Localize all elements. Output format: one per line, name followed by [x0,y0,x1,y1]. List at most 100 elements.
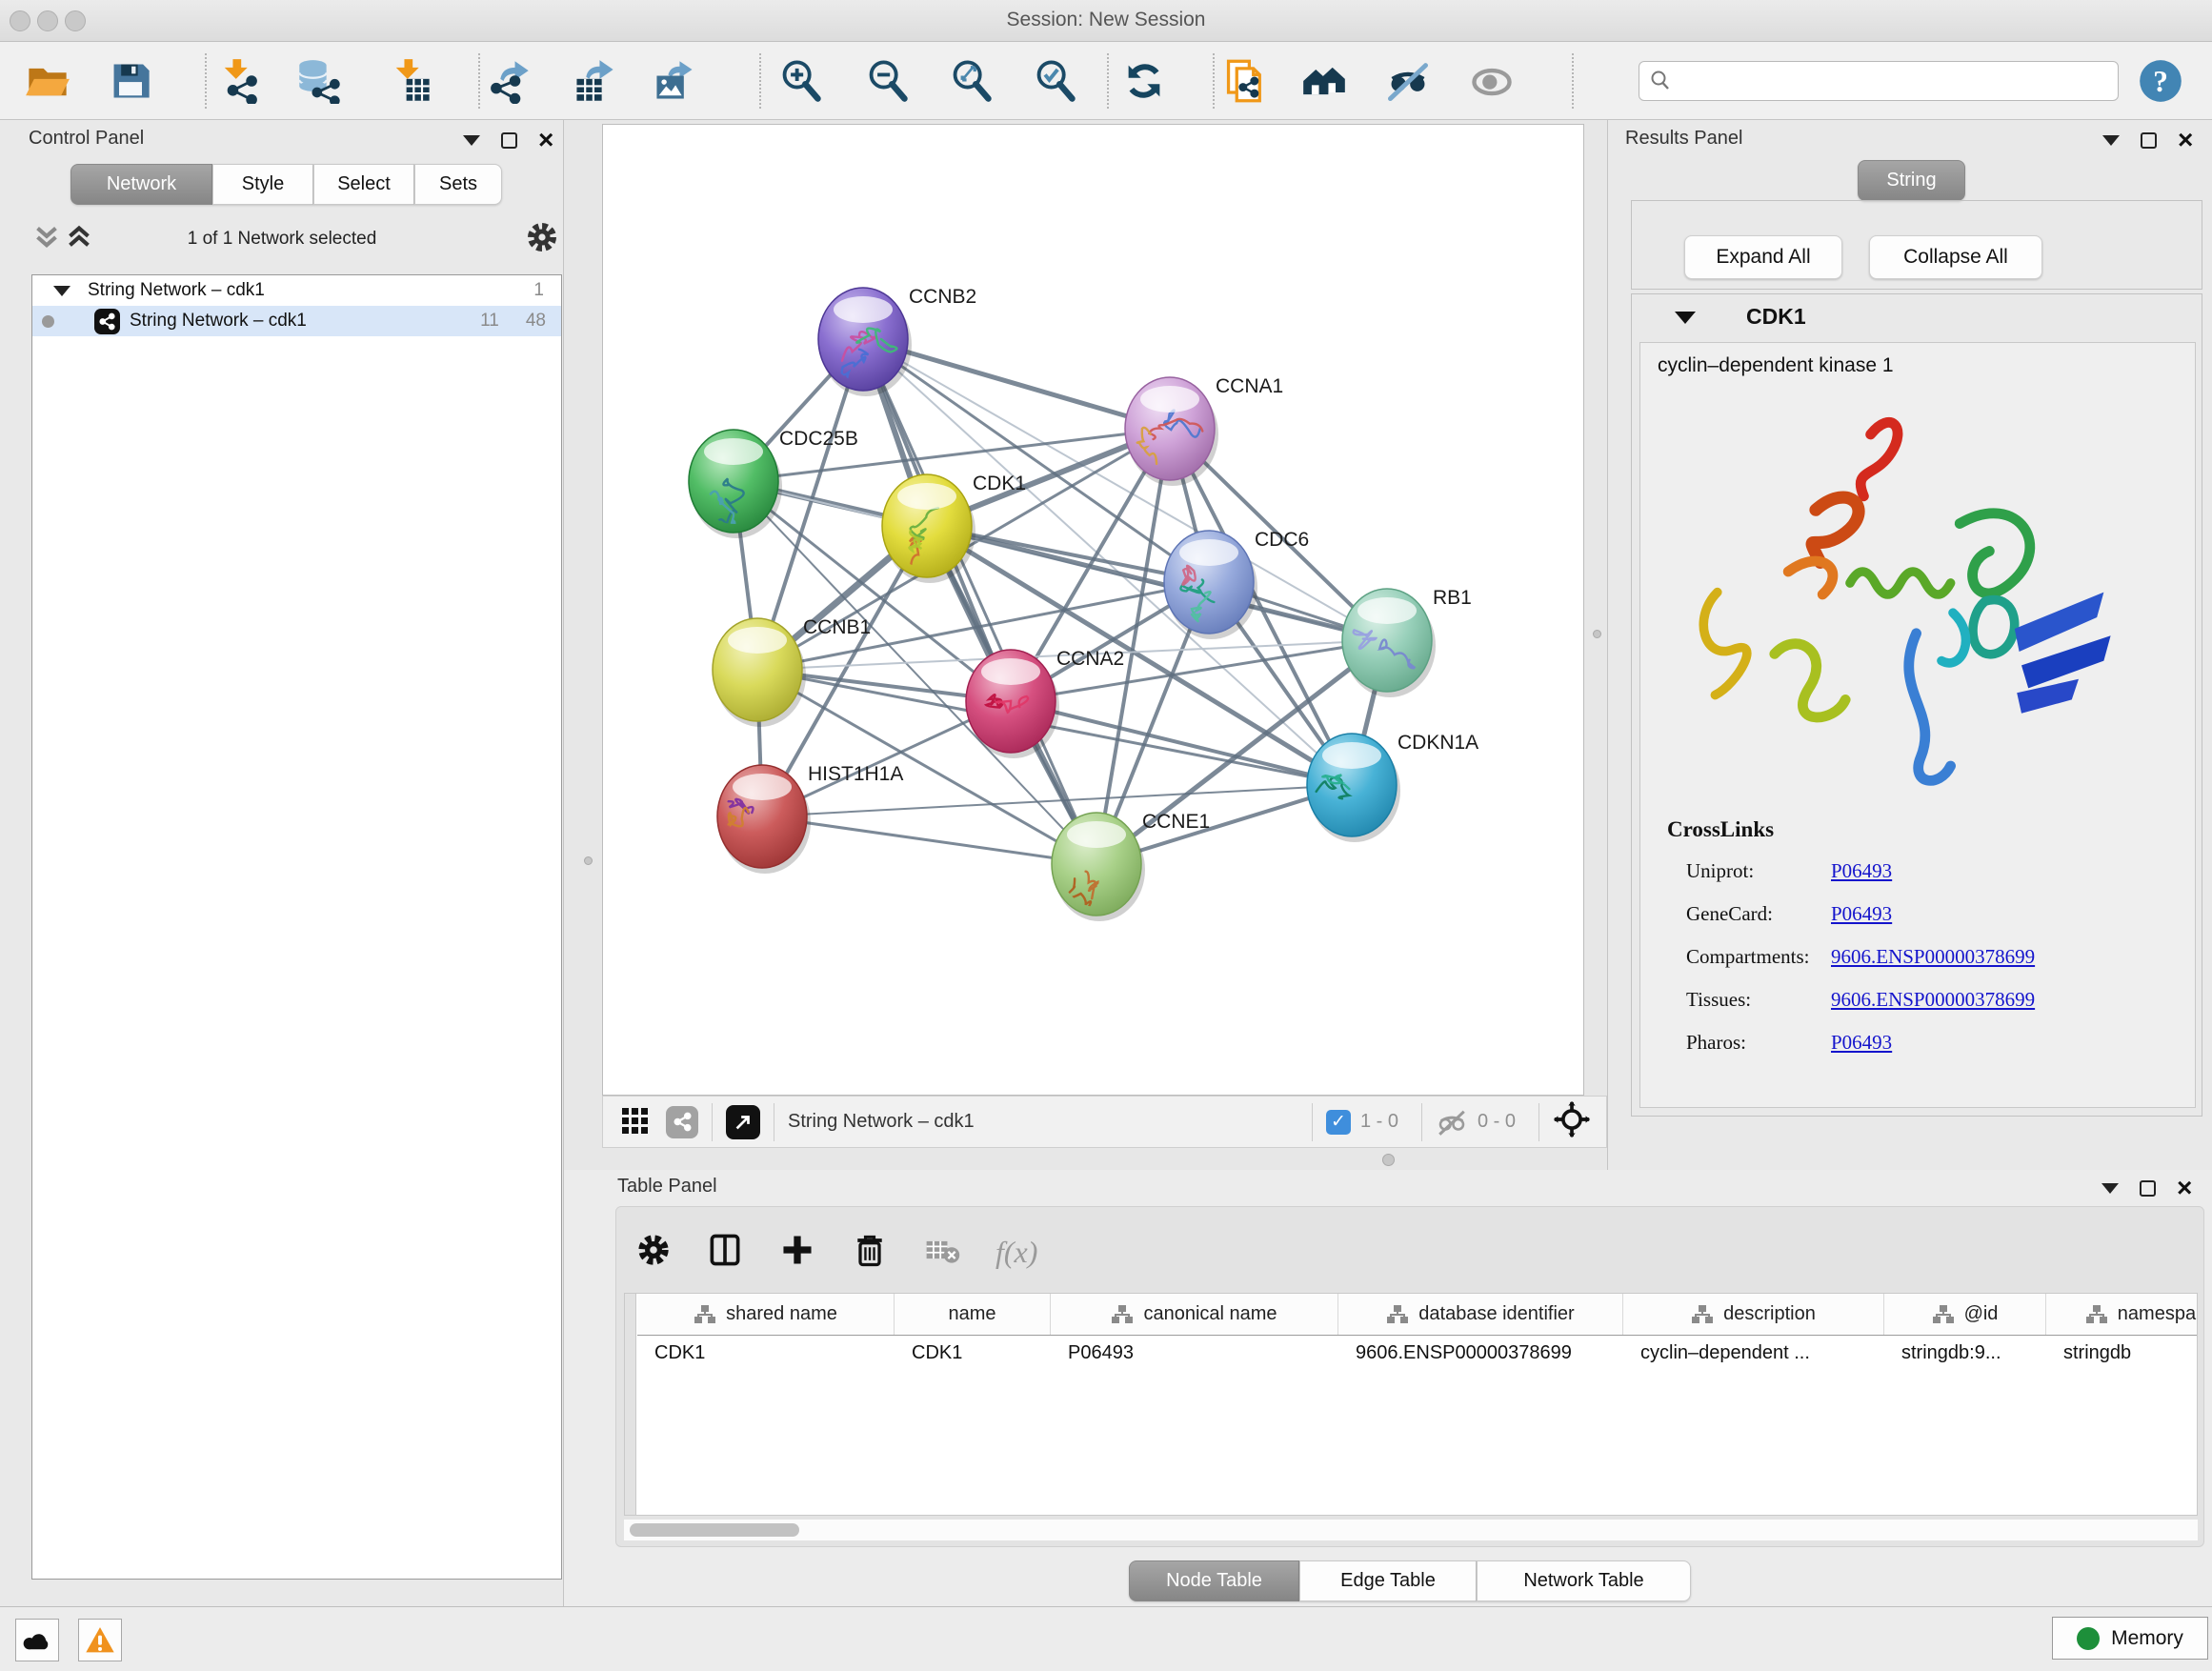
network-row[interactable]: String Network – cdk1 11 48 [32,306,561,336]
network-node-ccna1[interactable] [1125,377,1218,486]
show-columns-button[interactable] [706,1231,744,1274]
column-header-description[interactable]: description [1623,1294,1884,1335]
zoom-out-button[interactable] [865,58,911,104]
tab-node-table[interactable]: Node Table [1129,1560,1299,1601]
table-cell[interactable]: P06493 [1051,1336,1338,1372]
import-table-button[interactable] [388,58,433,104]
panel-collapse-icon[interactable] [463,135,480,146]
panel-float-icon[interactable] [2140,1180,2156,1197]
tab-sets[interactable]: Sets [414,164,502,205]
expand-all-button[interactable]: Expand All [1684,235,1842,279]
tab-style[interactable]: Style [212,164,313,205]
tab-select[interactable]: Select [313,164,414,205]
network-edge-hist1h1a-ccne1[interactable] [762,816,1096,864]
network-canvas[interactable]: CCNB2CCNA1CDC25BCDK1CDC6RB1CCNB1CCNA2CDK… [602,124,1584,1096]
network-node-rb1[interactable] [1342,589,1436,697]
panel-close-icon[interactable]: × [2177,1179,2192,1197]
network-from-selection-button[interactable] [1222,58,1268,104]
panel-float-icon[interactable] [2141,132,2157,149]
right-splitter-handle[interactable] [1593,630,1601,638]
search-input[interactable] [1672,64,2118,98]
panel-close-icon[interactable]: × [2178,131,2193,149]
table-cell[interactable]: stringdb [2046,1336,2198,1372]
network-node-ccnb1[interactable] [713,618,806,727]
show-eye-button[interactable] [1469,58,1515,104]
column-header-namespace[interactable]: namespace [2046,1294,2198,1335]
network-node-ccne1[interactable] [1052,813,1145,921]
column-header-name[interactable]: name [895,1294,1051,1335]
birdseye-button[interactable] [1553,1100,1591,1143]
table-cell[interactable]: stringdb:9... [1884,1336,2046,1372]
export-image-button[interactable] [652,58,697,104]
protein-expander-icon[interactable] [1675,312,1696,324]
warnings-button[interactable] [78,1619,122,1661]
tab-network-table[interactable]: Network Table [1477,1560,1691,1601]
network-options-gear-button[interactable] [526,221,558,258]
function-builder-button[interactable]: f(x) [995,1235,1037,1270]
network-node-cdk1[interactable] [882,474,975,583]
table-options-gear-button[interactable] [635,1232,672,1273]
table-row[interactable]: CDK1CDK1P064939606.ENSP00000378699cyclin… [637,1336,2197,1372]
tab-edge-table[interactable]: Edge Table [1299,1560,1477,1601]
save-session-button[interactable] [108,58,153,104]
export-table-button[interactable] [572,58,617,104]
table-cell[interactable]: CDK1 [637,1336,895,1372]
table-cell[interactable]: CDK1 [895,1336,1051,1372]
grid-view-button[interactable] [618,1102,653,1141]
column-header-database-identifier[interactable]: database identifier [1338,1294,1623,1335]
column-header-canonical-name[interactable]: canonical name [1051,1294,1338,1335]
zoom-selected-button[interactable] [1033,58,1078,104]
import-network-file-button[interactable] [216,58,262,104]
refresh-button[interactable] [1121,58,1167,104]
open-session-button[interactable] [25,58,70,104]
delete-table-button[interactable] [923,1231,961,1274]
network-style-share-icon[interactable] [666,1106,698,1138]
column-header--id[interactable]: @id [1884,1294,2046,1335]
panel-close-icon[interactable]: × [538,131,553,149]
memory-label: Memory [2111,1627,2183,1650]
panel-collapse-icon[interactable] [2102,135,2120,146]
network-collection-row[interactable]: String Network – cdk1 1 [32,275,561,306]
column-header-shared-name[interactable]: shared name [637,1294,895,1335]
hscrollbar-thumb[interactable] [630,1523,799,1537]
string-home-button[interactable] [1301,58,1347,104]
crosslink-link[interactable]: P06493 [1831,859,1892,883]
left-splitter-handle[interactable] [584,856,593,865]
table-cell[interactable]: cyclin–dependent ... [1623,1336,1884,1372]
zoom-fit-button[interactable] [949,58,995,104]
panel-float-icon[interactable] [501,132,517,149]
selected-checkbox-icon[interactable]: ✓ [1326,1110,1351,1135]
delete-column-button[interactable] [851,1231,889,1274]
network-node-ccnb2[interactable] [818,288,912,396]
collapse-all-button[interactable]: Collapse All [1869,235,2042,279]
table-hscrollbar[interactable] [624,1520,2198,1540]
network-svg: CCNB2CCNA1CDC25BCDK1CDC6RB1CCNB1CCNA2CDK… [603,125,1583,1095]
tab-string[interactable]: String [1858,160,1965,201]
node-label-cdc25b: CDC25B [779,428,858,450]
export-network-button[interactable] [486,58,532,104]
crosslink-link[interactable]: 9606.ENSP00000378699 [1831,945,2035,969]
crosslink-row: Pharos: P06493 [1640,1021,2195,1064]
network-edge-ccnb2-ccne1[interactable] [863,339,1096,864]
network-view-title: String Network – cdk1 [788,1111,975,1133]
panel-collapse-icon[interactable] [2101,1183,2119,1194]
columns-icon [706,1231,744,1269]
app-store-cloud-button[interactable] [15,1619,59,1661]
bottom-splitter-handle[interactable] [1382,1154,1395,1166]
network-node-cdc6[interactable] [1164,531,1257,639]
crosslink-link[interactable]: P06493 [1831,902,1892,926]
network-node-hist1h1a[interactable] [717,765,811,874]
import-network-database-button[interactable] [296,58,342,104]
table-cell[interactable]: 9606.ENSP00000378699 [1338,1336,1623,1372]
zoom-in-button[interactable] [778,58,824,104]
detach-view-button[interactable] [726,1105,760,1139]
crosslink-link[interactable]: 9606.ENSP00000378699 [1831,988,2035,1012]
crosslink-link[interactable]: P06493 [1831,1031,1892,1055]
tab-network[interactable]: Network [70,164,212,205]
hide-panel-glasses-button[interactable] [1385,58,1431,104]
help-button[interactable]: ? [2138,58,2183,104]
collection-expander-icon[interactable] [53,286,70,296]
add-column-button[interactable] [778,1231,816,1274]
memory-button[interactable]: Memory [2052,1617,2208,1660]
network-node-cdkn1a[interactable] [1307,734,1400,842]
